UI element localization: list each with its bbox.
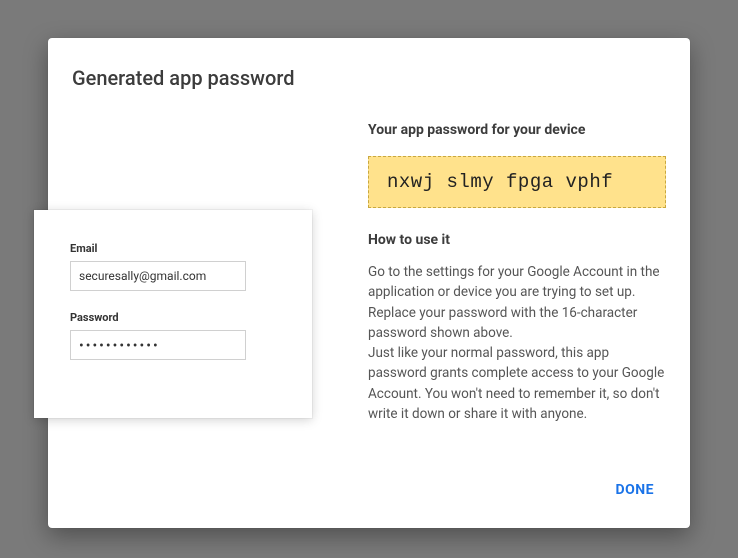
- done-button[interactable]: DONE: [603, 474, 666, 506]
- email-field-group: Email: [70, 242, 286, 291]
- howto-paragraph-2: Just like your normal password, this app…: [368, 345, 664, 422]
- dialog-footer: DONE: [48, 462, 690, 528]
- dialog-body: Email Password •••••••••••• Your app pas…: [48, 110, 690, 462]
- dialog-title: Generated app password: [48, 38, 690, 110]
- device-preview-panel: Email Password ••••••••••••: [48, 110, 344, 462]
- device-login-card: Email Password ••••••••••••: [34, 210, 312, 418]
- howto-text: Go to the settings for your Google Accou…: [368, 262, 666, 424]
- instructions-panel: Your app password for your device nxwj s…: [344, 110, 666, 462]
- email-field[interactable]: [70, 261, 246, 291]
- howto-paragraph-1: Go to the settings for your Google Accou…: [368, 264, 660, 341]
- howto-heading: How to use it: [368, 232, 666, 248]
- app-password-dialog: Generated app password Email Password ••…: [48, 38, 690, 528]
- app-password-heading: Your app password for your device: [368, 122, 666, 138]
- password-label: Password: [70, 311, 286, 324]
- password-field-group: Password ••••••••••••: [70, 311, 286, 360]
- app-password-value[interactable]: nxwj slmy fpga vphf: [368, 156, 666, 208]
- password-field[interactable]: ••••••••••••: [70, 330, 246, 360]
- email-label: Email: [70, 242, 286, 255]
